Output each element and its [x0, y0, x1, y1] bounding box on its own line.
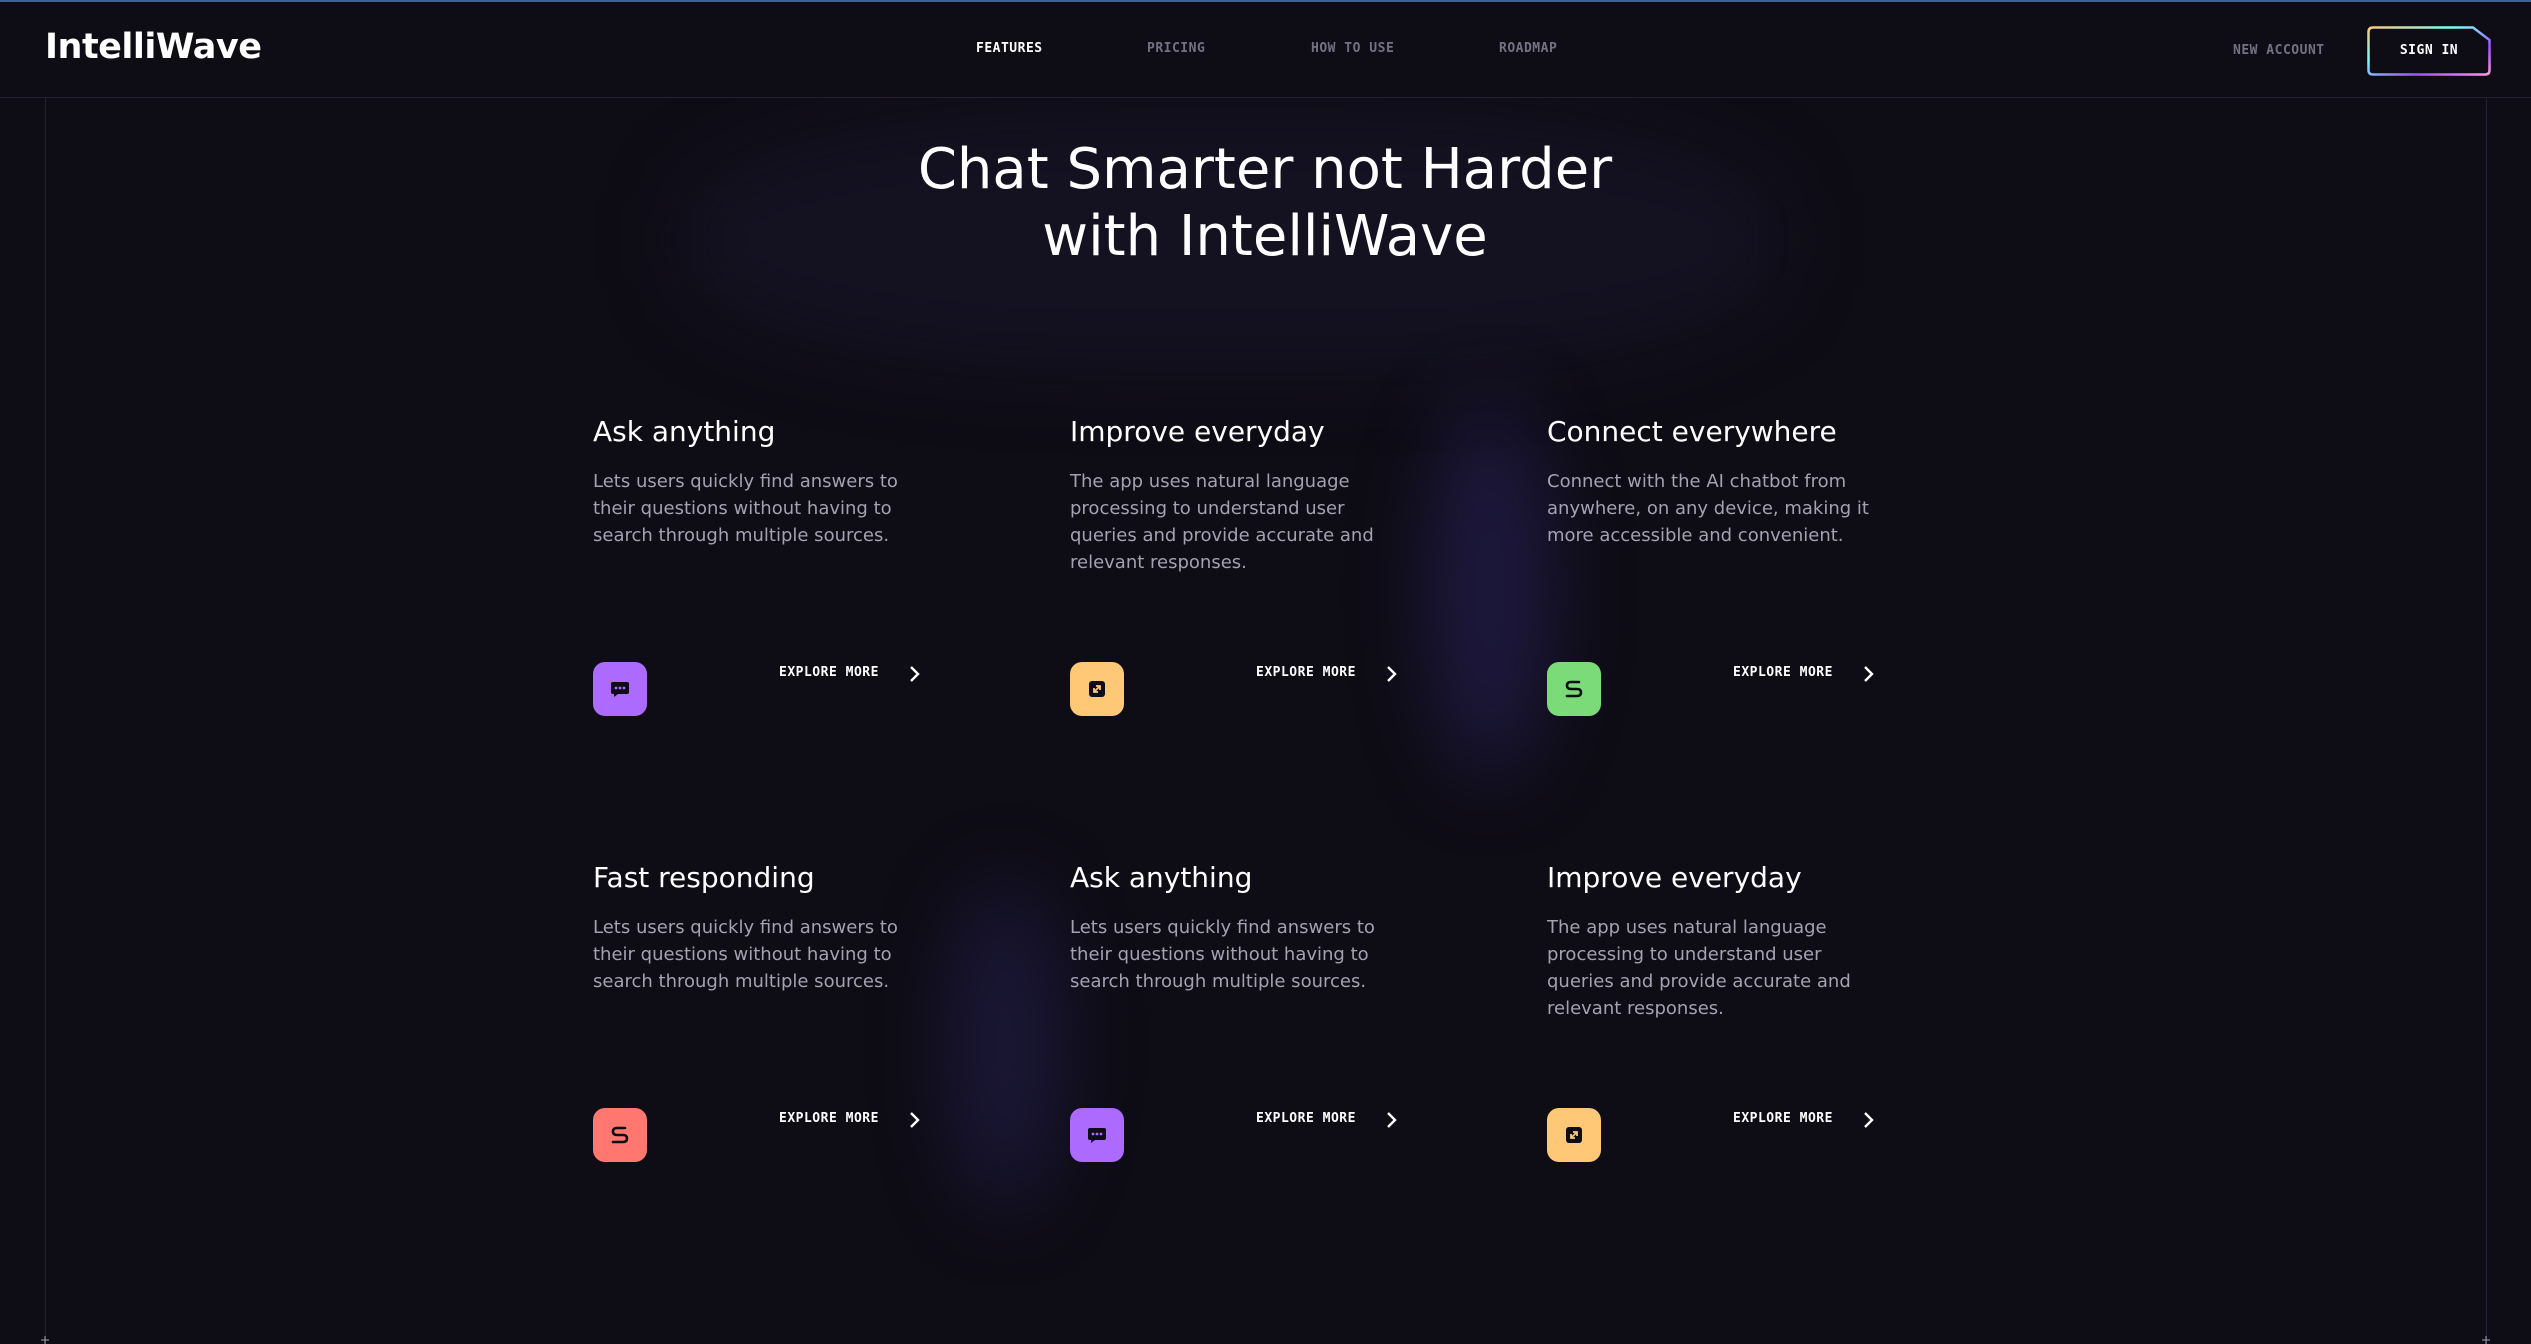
page: IntelliWave FEATURES PRICING HOW TO USE …	[0, 0, 2531, 1344]
main-nav: FEATURES PRICING HOW TO USE ROADMAP	[0, 41, 2531, 61]
feature-card-text: Lets users quickly find answers to their…	[593, 917, 898, 992]
feature-card-title: Ask anything	[593, 415, 776, 448]
explore-more-label: EXPLORE MORE	[1733, 665, 1833, 680]
chevron-right-icon	[910, 1112, 920, 1128]
feature-card-text: The app uses natural language processing…	[1547, 917, 1851, 1019]
site-header: IntelliWave FEATURES PRICING HOW TO USE …	[0, 2, 2531, 98]
left-rail-line	[45, 98, 46, 1344]
corner-mark-icon	[2482, 1336, 2490, 1344]
nav-item-features[interactable]: FEATURES	[976, 41, 1043, 56]
feature-card-text: The app uses natural language processing…	[1070, 471, 1374, 573]
route-icon	[593, 1108, 647, 1162]
sign-in-label: SIGN IN	[2399, 43, 2459, 58]
nav-item-how-to-use[interactable]: HOW TO USE	[1311, 41, 1394, 56]
feature-card-title: Fast responding	[593, 861, 815, 894]
explore-more-link[interactable]: EXPLORE MORE	[1256, 1107, 1426, 1131]
route-icon	[1547, 662, 1601, 716]
feature-card-text: Connect with the AI chatbot from anywher…	[1547, 471, 1869, 546]
new-account-link[interactable]: NEW ACCOUNT	[2233, 43, 2325, 58]
feature-card: Fast responding Lets users quickly find …	[593, 858, 973, 1178]
nav-item-roadmap[interactable]: ROADMAP	[1499, 41, 1557, 56]
chevron-right-icon	[910, 666, 920, 682]
chevron-right-icon	[1387, 1112, 1397, 1128]
feature-card-title: Ask anything	[1070, 861, 1253, 894]
explore-more-label: EXPLORE MORE	[779, 665, 879, 680]
explore-more-label: EXPLORE MORE	[779, 1111, 879, 1126]
feature-card-title: Improve everyday	[1547, 861, 1802, 894]
chat-bubble-icon	[593, 662, 647, 716]
corner-mark-icon	[41, 1336, 49, 1344]
feature-card: Improve everyday The app uses natural la…	[1070, 412, 1450, 732]
chevron-right-icon	[1864, 1112, 1874, 1128]
feature-card-text: Lets users quickly find answers to their…	[1070, 917, 1375, 992]
feature-card: Connect everywhere Connect with the AI c…	[1547, 412, 1927, 732]
explore-more-link[interactable]: EXPLORE MORE	[779, 661, 949, 685]
hero-title-line-1: Chat Smarter not Harder	[917, 137, 1613, 202]
hero-title: Chat Smarter not Harder with IntelliWave	[765, 136, 1765, 270]
feature-card: Improve everyday The app uses natural la…	[1547, 858, 1927, 1178]
chevron-right-icon	[1864, 666, 1874, 682]
nav-item-pricing[interactable]: PRICING	[1147, 41, 1205, 56]
explore-more-label: EXPLORE MORE	[1256, 1111, 1356, 1126]
expand-icon	[1547, 1108, 1601, 1162]
feature-card: Ask anything Lets users quickly find ans…	[1070, 858, 1450, 1178]
explore-more-link[interactable]: EXPLORE MORE	[1733, 661, 1903, 685]
explore-more-link[interactable]: EXPLORE MORE	[779, 1107, 949, 1131]
sign-in-button[interactable]: SIGN IN	[2367, 26, 2491, 76]
explore-more-label: EXPLORE MORE	[1733, 1111, 1833, 1126]
explore-more-label: EXPLORE MORE	[1256, 665, 1356, 680]
feature-card: Ask anything Lets users quickly find ans…	[593, 412, 973, 732]
hero-title-line-2: with IntelliWave	[1042, 204, 1488, 269]
right-rail-line	[2486, 98, 2487, 1344]
expand-icon	[1070, 662, 1124, 716]
feature-card-text: Lets users quickly find answers to their…	[593, 471, 898, 546]
chevron-right-icon	[1387, 666, 1397, 682]
chat-bubble-icon	[1070, 1108, 1124, 1162]
explore-more-link[interactable]: EXPLORE MORE	[1256, 661, 1426, 685]
explore-more-link[interactable]: EXPLORE MORE	[1733, 1107, 1903, 1131]
feature-card-title: Improve everyday	[1070, 415, 1325, 448]
feature-card-title: Connect everywhere	[1547, 415, 1837, 448]
